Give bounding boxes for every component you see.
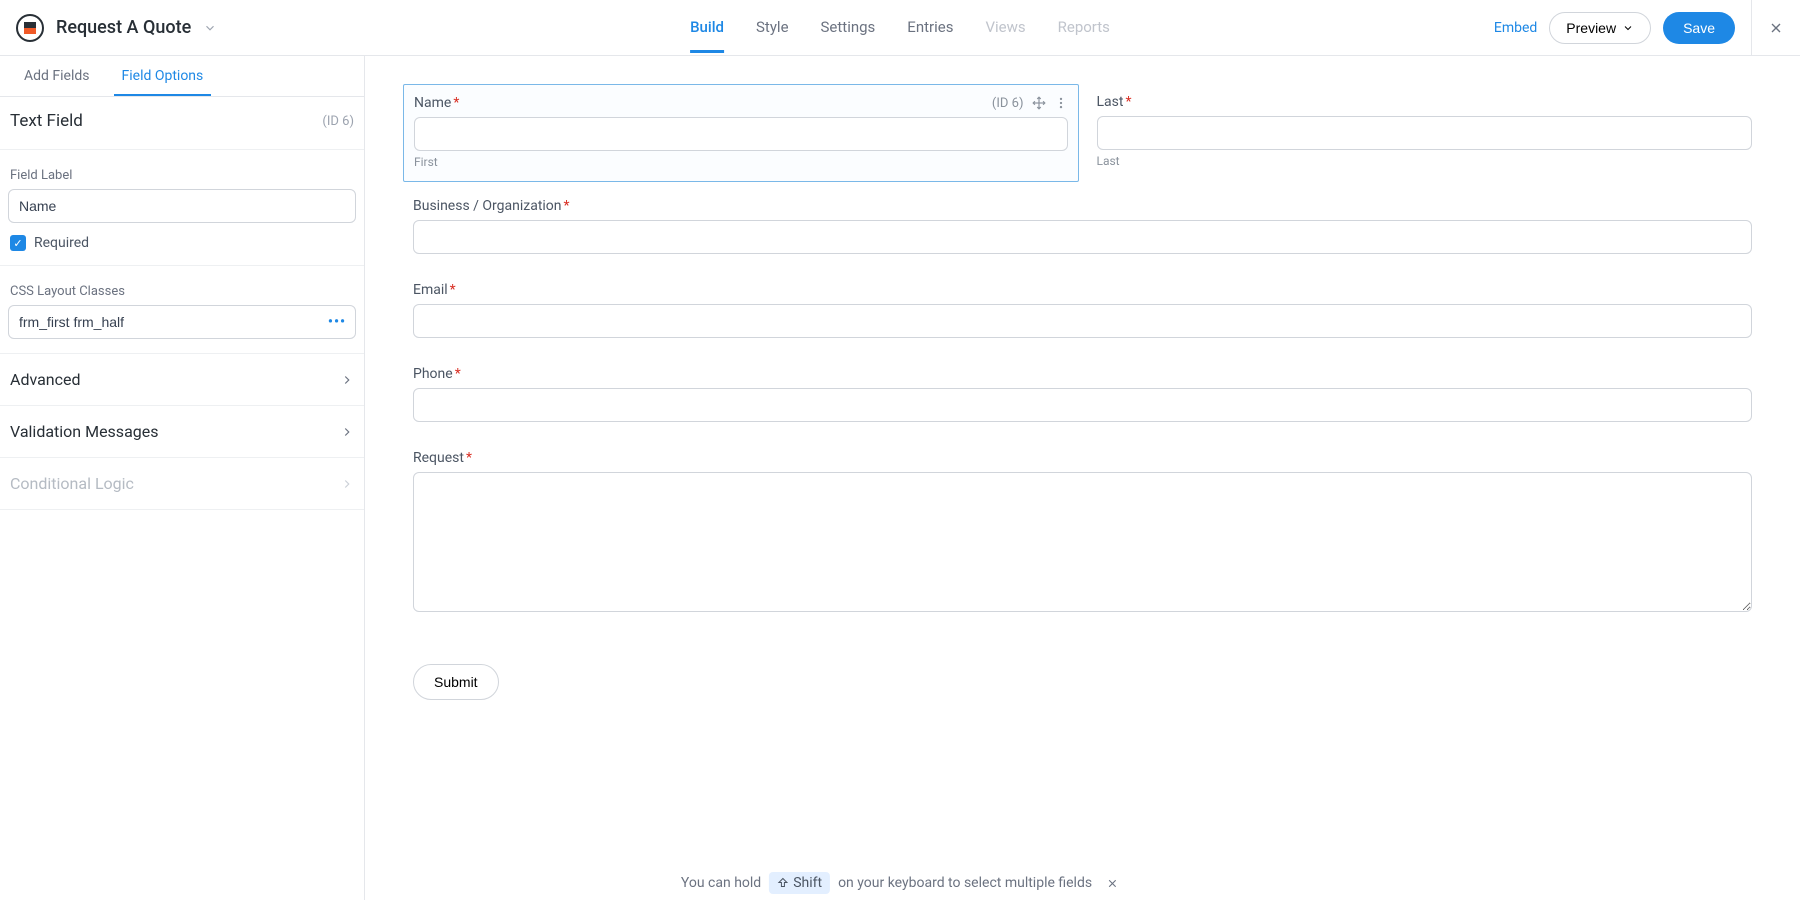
field-business[interactable]: Business / Organization* — [413, 198, 1752, 254]
field-name[interactable]: Name* (ID 6) First — [403, 84, 1079, 182]
header-right: Embed Preview Save — [1494, 0, 1784, 56]
chevron-down-icon — [1622, 22, 1634, 34]
save-button[interactable]: Save — [1663, 12, 1735, 44]
accordion-validation-label: Validation Messages — [10, 422, 159, 441]
tab-entries[interactable]: Entries — [907, 2, 953, 53]
header-left: Request A Quote — [16, 14, 217, 42]
shift-arrow-icon — [777, 877, 789, 889]
submit-button[interactable]: Submit — [413, 664, 499, 700]
header: Request A Quote Build Style Settings Ent… — [0, 0, 1800, 56]
chevron-right-icon — [340, 373, 354, 387]
tab-style[interactable]: Style — [756, 2, 789, 53]
tab-build[interactable]: Build — [690, 2, 724, 53]
field-name-input[interactable] — [414, 117, 1068, 151]
move-icon[interactable] — [1032, 96, 1046, 110]
chevron-down-icon[interactable] — [203, 21, 217, 35]
body: Add Fields Field Options Text Field (ID … — [0, 56, 1800, 900]
chevron-right-icon — [340, 425, 354, 439]
field-phone[interactable]: Phone* — [413, 366, 1752, 422]
field-label-section: Field Label ✓ Required — [0, 150, 364, 266]
required-label: Required — [34, 235, 89, 251]
field-id: (ID 6) — [322, 114, 354, 129]
field-label-caption: Field Label — [8, 168, 356, 183]
accordion-validation[interactable]: Validation Messages — [0, 406, 364, 458]
field-last-input[interactable] — [1097, 116, 1753, 150]
embed-link[interactable]: Embed — [1494, 20, 1537, 36]
css-classes-section: CSS Layout Classes ••• — [0, 266, 364, 354]
shift-key-badge: Shift — [769, 872, 830, 894]
field-name-sublabel: First — [414, 155, 1068, 169]
hint-text-post: on your keyboard to select multiple fiel… — [838, 875, 1092, 891]
css-classes-caption: CSS Layout Classes — [8, 284, 356, 299]
accordion-conditional-logic[interactable]: Conditional Logic — [0, 458, 364, 510]
accordion-conditional-label: Conditional Logic — [10, 474, 134, 493]
preview-button-label: Preview — [1566, 20, 1616, 36]
field-name-id: (ID 6) — [992, 96, 1024, 111]
field-email-label: Email* — [413, 282, 456, 298]
field-last-sublabel: Last — [1097, 154, 1753, 168]
field-name-meta: (ID 6) — [992, 96, 1068, 111]
close-icon[interactable] — [1768, 20, 1784, 36]
sidebar-tab-add-fields[interactable]: Add Fields — [16, 56, 98, 96]
sidebar-tab-field-options[interactable]: Field Options — [114, 56, 212, 96]
field-request-label: Request* — [413, 450, 472, 466]
field-type-panel: Text Field (ID 6) — [0, 97, 364, 150]
field-business-input[interactable] — [413, 220, 1752, 254]
field-phone-input[interactable] — [413, 388, 1752, 422]
accordion-advanced[interactable]: Advanced — [0, 354, 364, 406]
accordion-advanced-label: Advanced — [10, 370, 81, 389]
field-name-label: Name* — [414, 95, 459, 111]
css-classes-input[interactable] — [8, 305, 356, 339]
sidebar: Add Fields Field Options Text Field (ID … — [0, 56, 365, 900]
header-divider — [1751, 0, 1784, 56]
form-canvas: Name* (ID 6) First — [365, 56, 1800, 900]
css-layout-picker-icon[interactable]: ••• — [328, 314, 346, 330]
more-vertical-icon[interactable] — [1054, 96, 1068, 110]
field-business-label: Business / Organization* — [413, 198, 570, 214]
chevron-right-icon — [340, 477, 354, 491]
field-request[interactable]: Request* — [413, 450, 1752, 616]
field-last-label: Last* — [1097, 94, 1132, 110]
tab-settings[interactable]: Settings — [821, 2, 876, 53]
hint-text-pre: You can hold — [681, 875, 761, 891]
form-title[interactable]: Request A Quote — [56, 17, 191, 38]
field-request-input[interactable] — [413, 472, 1752, 612]
app-logo-icon[interactable] — [16, 14, 44, 42]
field-label-input[interactable] — [8, 189, 356, 223]
field-type-title: Text Field — [10, 111, 83, 131]
field-phone-label: Phone* — [413, 366, 461, 382]
preview-button[interactable]: Preview — [1549, 12, 1651, 44]
field-last[interactable]: Last* Last — [1097, 94, 1753, 168]
main-nav: Build Style Settings Entries Views Repor… — [690, 2, 1110, 53]
tab-reports[interactable]: Reports — [1058, 2, 1110, 53]
hint-close-icon[interactable] — [1106, 877, 1119, 890]
field-email[interactable]: Email* — [413, 282, 1752, 338]
sidebar-tabs: Add Fields Field Options — [0, 56, 364, 97]
hint-bar: You can hold Shift on your keyboard to s… — [681, 872, 1119, 894]
field-email-input[interactable] — [413, 304, 1752, 338]
required-checkbox-row[interactable]: ✓ Required — [8, 223, 356, 251]
required-checkbox[interactable]: ✓ — [10, 235, 26, 251]
tab-views[interactable]: Views — [985, 2, 1025, 53]
